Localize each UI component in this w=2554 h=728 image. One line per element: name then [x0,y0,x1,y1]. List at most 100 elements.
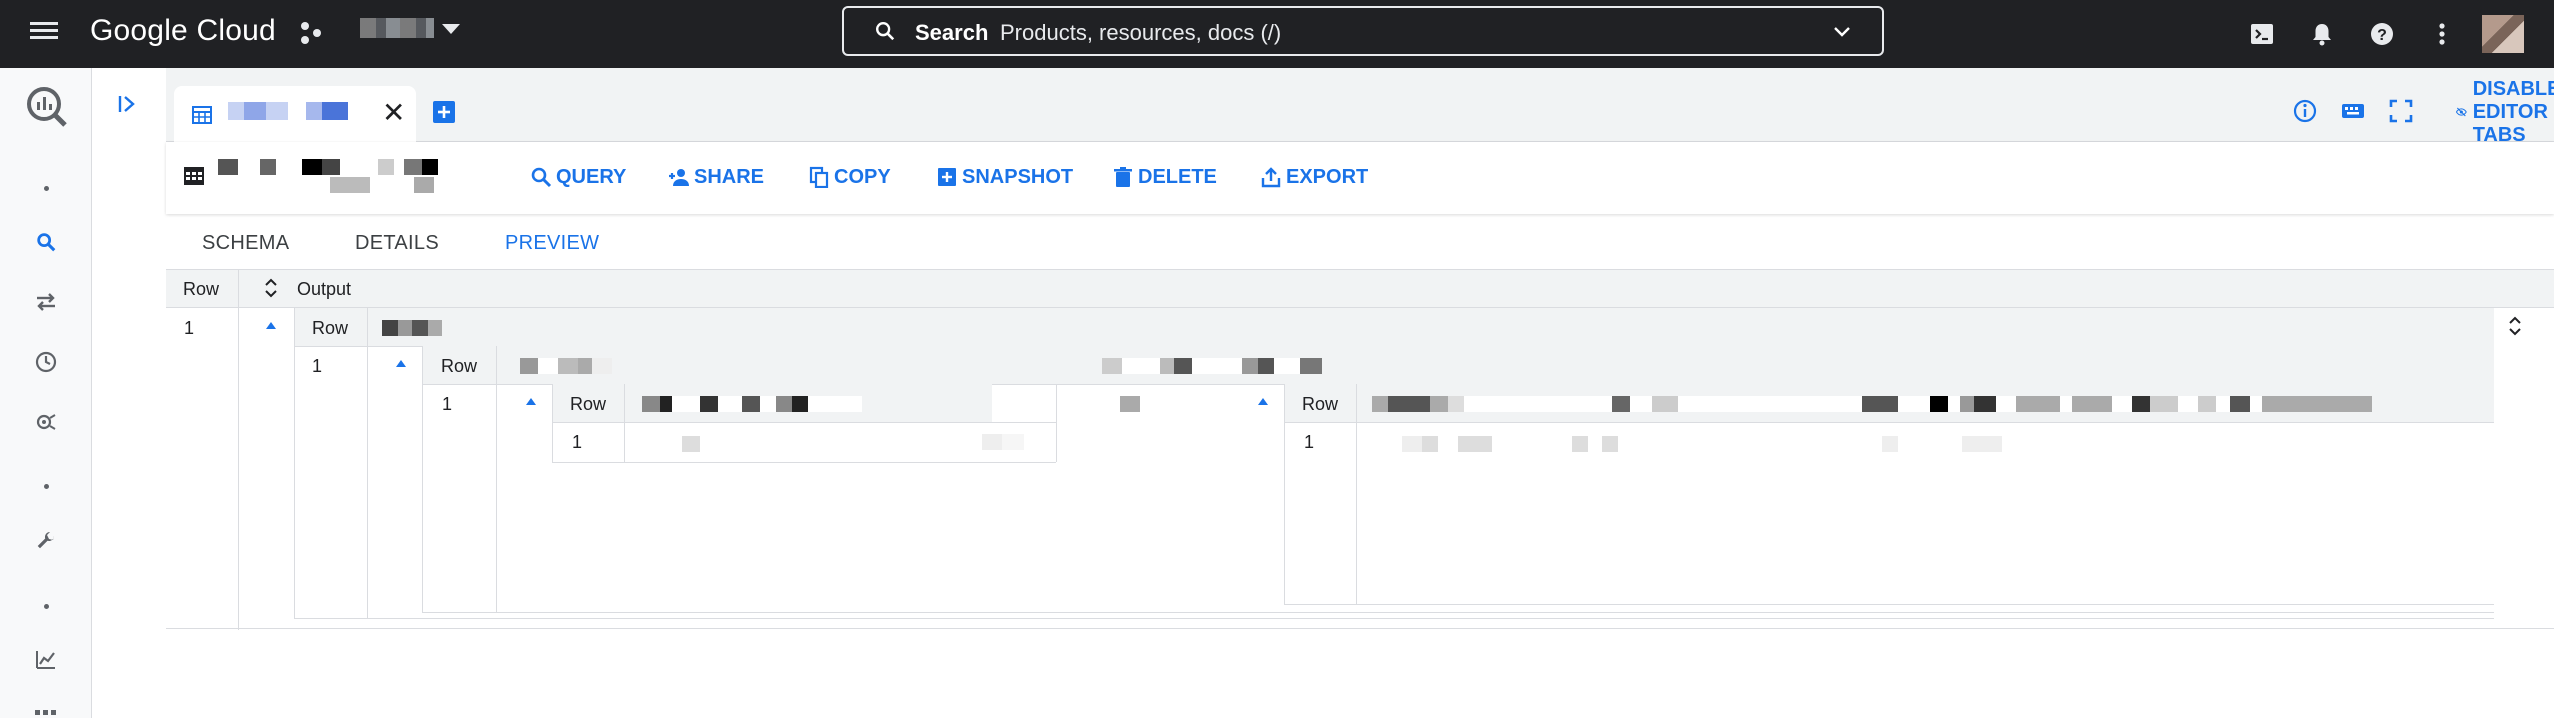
trash-icon [1114,167,1132,187]
help-icon[interactable]: ? [2368,20,2396,48]
search-bar[interactable]: Search Products, resources, docs (/) [842,6,1884,56]
rail-item-analytics-hub[interactable] [30,406,62,438]
rail-item-admin[interactable] [30,526,62,558]
rail-item-monitoring[interactable] [30,644,62,676]
notifications-icon[interactable] [2308,20,2336,48]
hub-icon [36,414,56,430]
fullscreen-icon[interactable] [2388,98,2414,124]
snapshot-button[interactable]: SNAPSHOT [936,164,1073,190]
cloud-shell-icon[interactable] [2248,20,2276,48]
search-input[interactable]: Products, resources, docs (/) [1000,20,1281,46]
add-tab-icon[interactable] [432,100,456,124]
table-subtabs: SCHEMA DETAILS PREVIEW [166,214,2554,270]
divider [624,384,625,462]
divider [422,346,423,612]
tab-label [228,102,348,120]
tab-details[interactable]: DETAILS [355,232,439,255]
project-selector[interactable] [360,18,434,38]
visibility-off-icon [2456,107,2467,117]
disable-editor-tabs-label: DISABLE EDITOR TABS [2472,77,2554,146]
redacted-field [642,396,862,412]
rail-item-more[interactable] [30,590,62,622]
expand-collapse-icon[interactable] [2506,314,2524,338]
rail-item-apps[interactable] [30,696,62,728]
chevron-down-icon[interactable] [1830,20,1854,44]
rail-item-scheduled-queries[interactable] [30,346,62,378]
redacted-field [382,320,442,336]
column-sort-icon[interactable] [262,276,280,300]
level2-row-label: Row [441,356,478,376]
divider [552,422,1056,423]
tab-schema[interactable]: SCHEMA [202,232,289,255]
copy-label: COPY [834,165,891,188]
redacted-field [1102,358,1322,374]
divider [552,462,1056,463]
grid-header: Row Output [166,270,2554,308]
level3-row-label: Row [570,394,607,414]
level2-row-number: 1 [312,356,323,376]
divider [1284,604,2494,605]
project-icon[interactable] [298,20,324,46]
rail-item-overview[interactable] [30,172,62,204]
rail-item-data-transfers[interactable] [30,286,62,318]
tab-table[interactable]: ✕ [174,86,416,142]
rail-item-search[interactable] [30,226,62,258]
divider [294,618,2494,619]
search-icon [876,22,895,41]
divider [1056,384,1057,462]
person-add-icon [669,169,689,186]
more-options-icon[interactable] [2428,20,2456,48]
header-output: Output [297,279,352,299]
export-icon [1261,167,1281,188]
collapse-caret-icon[interactable] [396,360,406,367]
keyboard-icon[interactable] [2340,98,2366,124]
share-button[interactable]: SHARE [668,164,764,190]
redacted-field [1120,396,1140,412]
collapse-caret-icon[interactable] [266,322,276,329]
divider [1284,384,1285,604]
level3-row-number: 1 [442,394,453,414]
dot-icon [43,185,49,191]
svg-text:?: ? [2377,27,2387,44]
bigquery-logo-icon[interactable] [22,82,70,130]
right-row-number: 1 [1304,432,1315,452]
expand-explorer-icon[interactable] [114,90,142,118]
main-menu-icon[interactable] [28,18,60,50]
wrench-icon [37,531,55,549]
left-nav-rail [0,68,92,718]
divider [238,308,239,630]
collapse-caret-icon[interactable] [1258,398,1268,405]
table-icon [192,106,212,124]
export-button[interactable]: EXPORT [1260,164,1368,190]
copy-button[interactable]: COPY [808,164,891,190]
level4-row-number: 1 [572,432,583,452]
dot-icon [43,603,49,609]
redacted-field [1402,436,2002,452]
info-icon[interactable] [2292,98,2318,124]
collapse-caret-icon[interactable] [526,398,536,405]
table-icon [184,167,204,185]
divider [166,628,2554,629]
search-label: Search [915,20,989,45]
divider [238,270,239,308]
query-button[interactable]: QUERY [530,164,626,190]
chevron-down-icon[interactable] [442,24,460,34]
search-icon [37,233,56,252]
apps-icon [35,710,56,715]
snapshot-icon [938,168,956,186]
divider [496,346,497,612]
redacted-field [682,436,700,452]
delete-label: DELETE [1138,165,1217,188]
transfer-icon [37,293,55,311]
tab-preview[interactable]: PREVIEW [505,232,599,255]
google-cloud-logo[interactable]: Google Cloud [90,14,276,48]
divider [552,384,553,462]
nested-row-label: Row [312,318,349,338]
close-icon[interactable]: ✕ [382,99,405,127]
redacted-field [520,358,612,374]
disable-editor-tabs-button[interactable]: DISABLE EDITOR TABS [2456,78,2554,146]
rail-item-pipelines[interactable] [30,470,62,502]
delete-button[interactable]: DELETE [1112,164,1217,190]
avatar[interactable] [2482,15,2524,53]
divider [1284,422,2494,423]
